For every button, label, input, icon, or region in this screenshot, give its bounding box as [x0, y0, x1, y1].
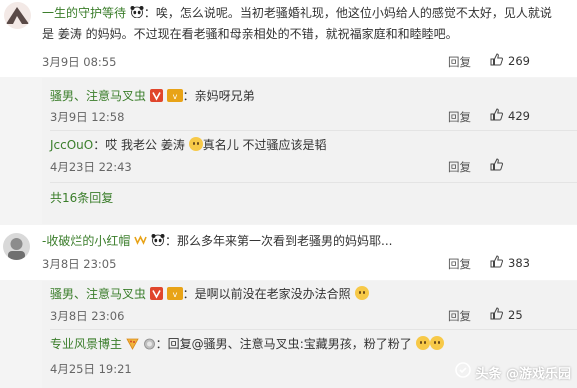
- reply-text: 专业风景博主 ：回复@骚男、注意马叉虫:宝藏男孩，粉了粉了: [50, 334, 444, 357]
- panda-icon: [130, 4, 144, 19]
- thumb-up-icon: [490, 255, 503, 271]
- comment-text: 一生的守护等待 ：唉，怎么说呢。当初老骚婚礼现，他这位小妈给人的感觉不太好，见人…: [42, 4, 552, 20]
- emoji-icon: [188, 137, 203, 151]
- comment-1: 一生的守护等待 ：唉，怎么说呢。当初老骚婚礼现，他这位小妈给人的感觉不太好，见人…: [0, 0, 577, 77]
- reply-date: 4月25日 19:21: [50, 362, 132, 376]
- reply-date: 3月8日 23:06: [50, 309, 125, 323]
- like-count: 429: [508, 109, 530, 123]
- verified-v-icon: [149, 88, 163, 109]
- reply-username[interactable]: 骚男、注意马叉虫: [50, 89, 146, 103]
- like-button[interactable]: 25: [490, 307, 523, 323]
- comment-username[interactable]: 一生的守护等待: [42, 6, 126, 20]
- divider: [50, 130, 577, 131]
- more-replies-link[interactable]: 共16条回复: [50, 188, 113, 209]
- thumb-up-icon: [490, 158, 503, 174]
- reply-text: 骚男、注意马叉虫 v ：是啊以前没在老家没办法合照: [50, 284, 369, 307]
- avatar[interactable]: [4, 2, 31, 29]
- comment-username[interactable]: -收破烂的小红帽: [42, 234, 130, 248]
- like-count: 25: [508, 308, 523, 322]
- like-count: 269: [508, 54, 530, 68]
- avatar[interactable]: [3, 233, 30, 260]
- emoji-icon: [429, 336, 444, 350]
- emoji-icon: [415, 336, 430, 350]
- divider: [50, 329, 577, 330]
- vip-badge-icon: v: [166, 88, 183, 109]
- reply-date: 3月9日 12:58: [50, 110, 125, 124]
- watermark: 头条 @游戏乐园: [455, 362, 571, 382]
- reply-username[interactable]: JccOuO: [50, 138, 93, 152]
- comment-text: -收破烂的小红帽 ：那么多年来第一次看到老骚男的妈妈耶...: [42, 231, 392, 254]
- thumb-up-icon: [490, 108, 503, 124]
- reply-list: 骚男、注意马叉虫 v ：亲妈呀兄弟 3月9日 12:58 回复 429 JccOu…: [42, 78, 577, 224]
- thumb-up-icon: [490, 307, 503, 323]
- reply-username[interactable]: 专业风景博主: [50, 337, 122, 351]
- thumb-up-icon: [490, 53, 503, 69]
- like-button[interactable]: 269: [490, 53, 530, 69]
- verified-v-icon: [149, 286, 163, 307]
- reply-username[interactable]: 骚男、注意马叉虫: [50, 287, 146, 301]
- watermark-logo-icon: [455, 362, 472, 382]
- reply-button[interactable]: 回复: [448, 159, 471, 175]
- emoji-icon: [354, 286, 369, 300]
- like-button[interactable]: 429: [490, 108, 530, 124]
- like-button[interactable]: 383: [490, 255, 530, 271]
- comment-2: -收破烂的小红帽 ：那么多年来第一次看到老骚男的妈妈耶... 3月8日 23:0…: [0, 225, 577, 280]
- comment-text-line2: 是 姜涛 的妈妈。不过现在看老骚和母亲相处的不错，就祝福家庭和和睦睦吧。: [42, 27, 458, 41]
- reply-button[interactable]: 回复: [448, 54, 471, 70]
- divider: [50, 182, 577, 183]
- watermark-text: 头条 @游戏乐园: [475, 366, 571, 382]
- like-count: 383: [508, 256, 530, 270]
- like-button[interactable]: [490, 158, 503, 174]
- comment-date: 3月9日 08:55: [42, 55, 117, 69]
- svg-text:v: v: [172, 92, 177, 101]
- medal-icon: [143, 336, 156, 357]
- reply-button[interactable]: 回复: [448, 256, 471, 272]
- panda-icon: [151, 232, 165, 247]
- reply-button[interactable]: 回复: [448, 109, 471, 125]
- reply-text: JccOuO：哎 我老公 姜涛 真名儿 不过骚应该是韬: [50, 137, 327, 152]
- reply-text: 骚男、注意马叉虫 v ：亲妈呀兄弟: [50, 86, 255, 109]
- pizza-icon: [126, 336, 139, 357]
- reply-button[interactable]: 回复: [448, 308, 471, 324]
- vip-badge-icon: [134, 233, 147, 254]
- svg-text:v: v: [172, 290, 177, 299]
- vip-badge-icon: v: [166, 286, 183, 307]
- comment-date: 3月8日 23:05: [42, 257, 117, 271]
- reply-date: 4月23日 22:43: [50, 160, 132, 174]
